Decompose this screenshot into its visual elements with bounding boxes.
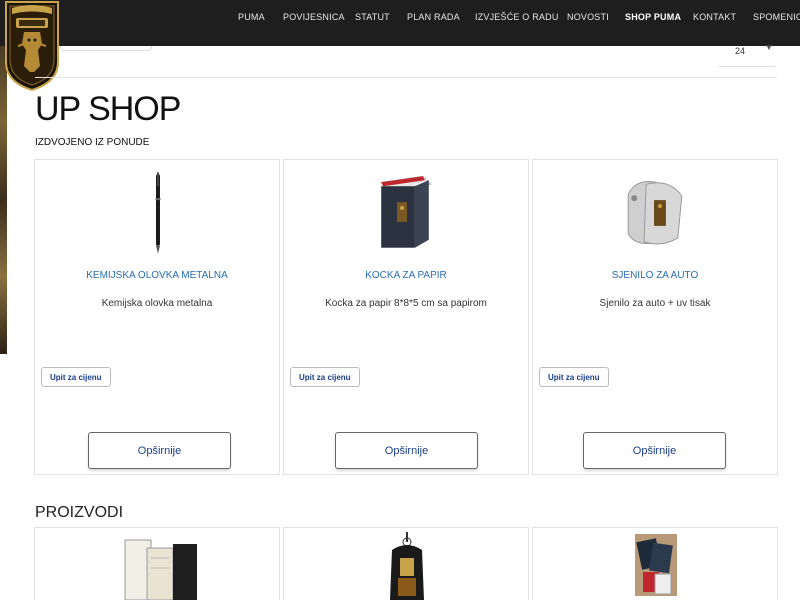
more-details-button[interactable]: Opširnije (88, 432, 231, 469)
nav-item-izvjesce-o-radu[interactable]: IZVJEŠĆE O RADU (475, 12, 559, 22)
product-card (283, 527, 529, 600)
nav-item-novosti[interactable]: NOVOSTI (567, 12, 609, 22)
notebooks-image[interactable] (35, 528, 280, 600)
page-title: UP SHOP (35, 90, 181, 128)
items-per-page-value: 24 (735, 46, 746, 56)
top-navigation-bar: PUMA POVIJESNICA STATUT PLAN RADA IZVJEŠ… (0, 0, 800, 46)
side-decoration (0, 46, 7, 354)
playing-cards-image[interactable] (533, 528, 778, 600)
paper-cube-image[interactable] (284, 168, 528, 256)
price-inquiry-button[interactable]: Upit za cijenu (539, 367, 609, 387)
main-menu: PUMA POVIJESNICA STATUT PLAN RADA IZVJEŠ… (0, 0, 800, 46)
product-name-link[interactable]: SJENILO ZA AUTO (533, 270, 777, 281)
nav-item-puma[interactable]: PUMA (238, 12, 265, 22)
chevron-down-icon: ▼ (765, 43, 773, 52)
price-inquiry-button[interactable]: Upit za cijenu (41, 367, 111, 387)
nav-item-spomenici[interactable]: SPOMENICI (753, 12, 800, 22)
price-inquiry-button[interactable]: Upit za cijenu (290, 367, 360, 387)
more-details-button[interactable]: Opširnije (335, 432, 478, 469)
nav-item-povijesnica[interactable]: POVIJESNICA (283, 12, 345, 22)
nav-item-kontakt[interactable]: KONTAKT (693, 12, 736, 22)
air-freshener-image[interactable] (284, 528, 529, 600)
nav-item-plan-rada[interactable]: PLAN RADA (407, 12, 460, 22)
search-box-edge[interactable] (60, 46, 152, 51)
product-description: Kocka za papir 8*8*5 cm sa papirom (325, 298, 487, 309)
puma-logo[interactable] (4, 0, 60, 92)
nav-item-statut[interactable]: STATUT (355, 12, 390, 22)
product-description: Kemijska olovka metalna (101, 298, 213, 309)
featured-product-card: KEMIJSKA OLOVKA METALNA Kemijska olovka … (34, 159, 280, 475)
product-description: Sjenilo za auto + uv tisak (599, 298, 711, 309)
nav-item-shop-puma[interactable]: SHOP PUMA (625, 12, 681, 22)
pen-image[interactable] (35, 168, 279, 256)
more-details-button[interactable]: Opširnije (583, 432, 726, 469)
featured-heading: IZDVOJENO IZ PONUDE (35, 137, 150, 148)
items-per-page-select[interactable]: 24 ▼ (719, 40, 775, 67)
product-card (34, 527, 280, 600)
product-card (532, 527, 778, 600)
product-name-link[interactable]: KOCKA ZA PAPIR (284, 270, 528, 281)
products-heading: PROIZVODI (35, 504, 124, 521)
divider (35, 77, 777, 78)
car-sunshade-image[interactable] (533, 168, 777, 256)
featured-product-card: SJENILO ZA AUTO Sjenilo za auto + uv tis… (532, 159, 778, 475)
product-name-link[interactable]: KEMIJSKA OLOVKA METALNA (35, 270, 279, 281)
featured-product-card: KOCKA ZA PAPIR Kocka za papir 8*8*5 cm s… (283, 159, 529, 475)
